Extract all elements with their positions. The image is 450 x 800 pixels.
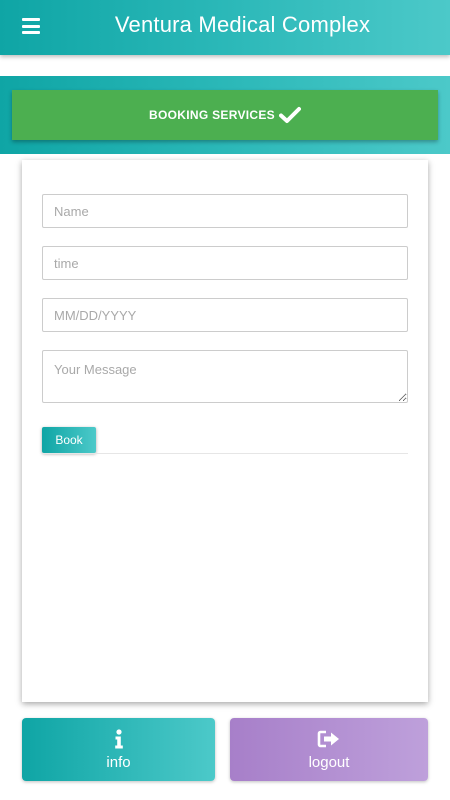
- info-label: info: [106, 754, 131, 771]
- booking-form-card: Book: [22, 160, 428, 702]
- message-textarea[interactable]: [42, 350, 408, 403]
- name-input[interactable]: [42, 194, 408, 228]
- form-divider: [42, 453, 408, 454]
- app-title: Ventura Medical Complex: [114, 12, 371, 37]
- book-button[interactable]: Book: [42, 427, 96, 453]
- logout-button[interactable]: logout: [230, 718, 428, 781]
- time-input[interactable]: [42, 246, 408, 280]
- info-icon: [114, 728, 124, 750]
- booking-services-button[interactable]: BOOKING SERVICES: [12, 90, 438, 140]
- checkmark-icon: [278, 106, 301, 124]
- booking-services-label: BOOKING SERVICES: [149, 108, 275, 122]
- info-button[interactable]: info: [22, 718, 215, 781]
- logout-label: logout: [308, 754, 350, 771]
- date-input[interactable]: [42, 298, 408, 332]
- app-header: Ventura Medical Complex: [0, 0, 450, 55]
- sign-out-icon: [317, 728, 341, 750]
